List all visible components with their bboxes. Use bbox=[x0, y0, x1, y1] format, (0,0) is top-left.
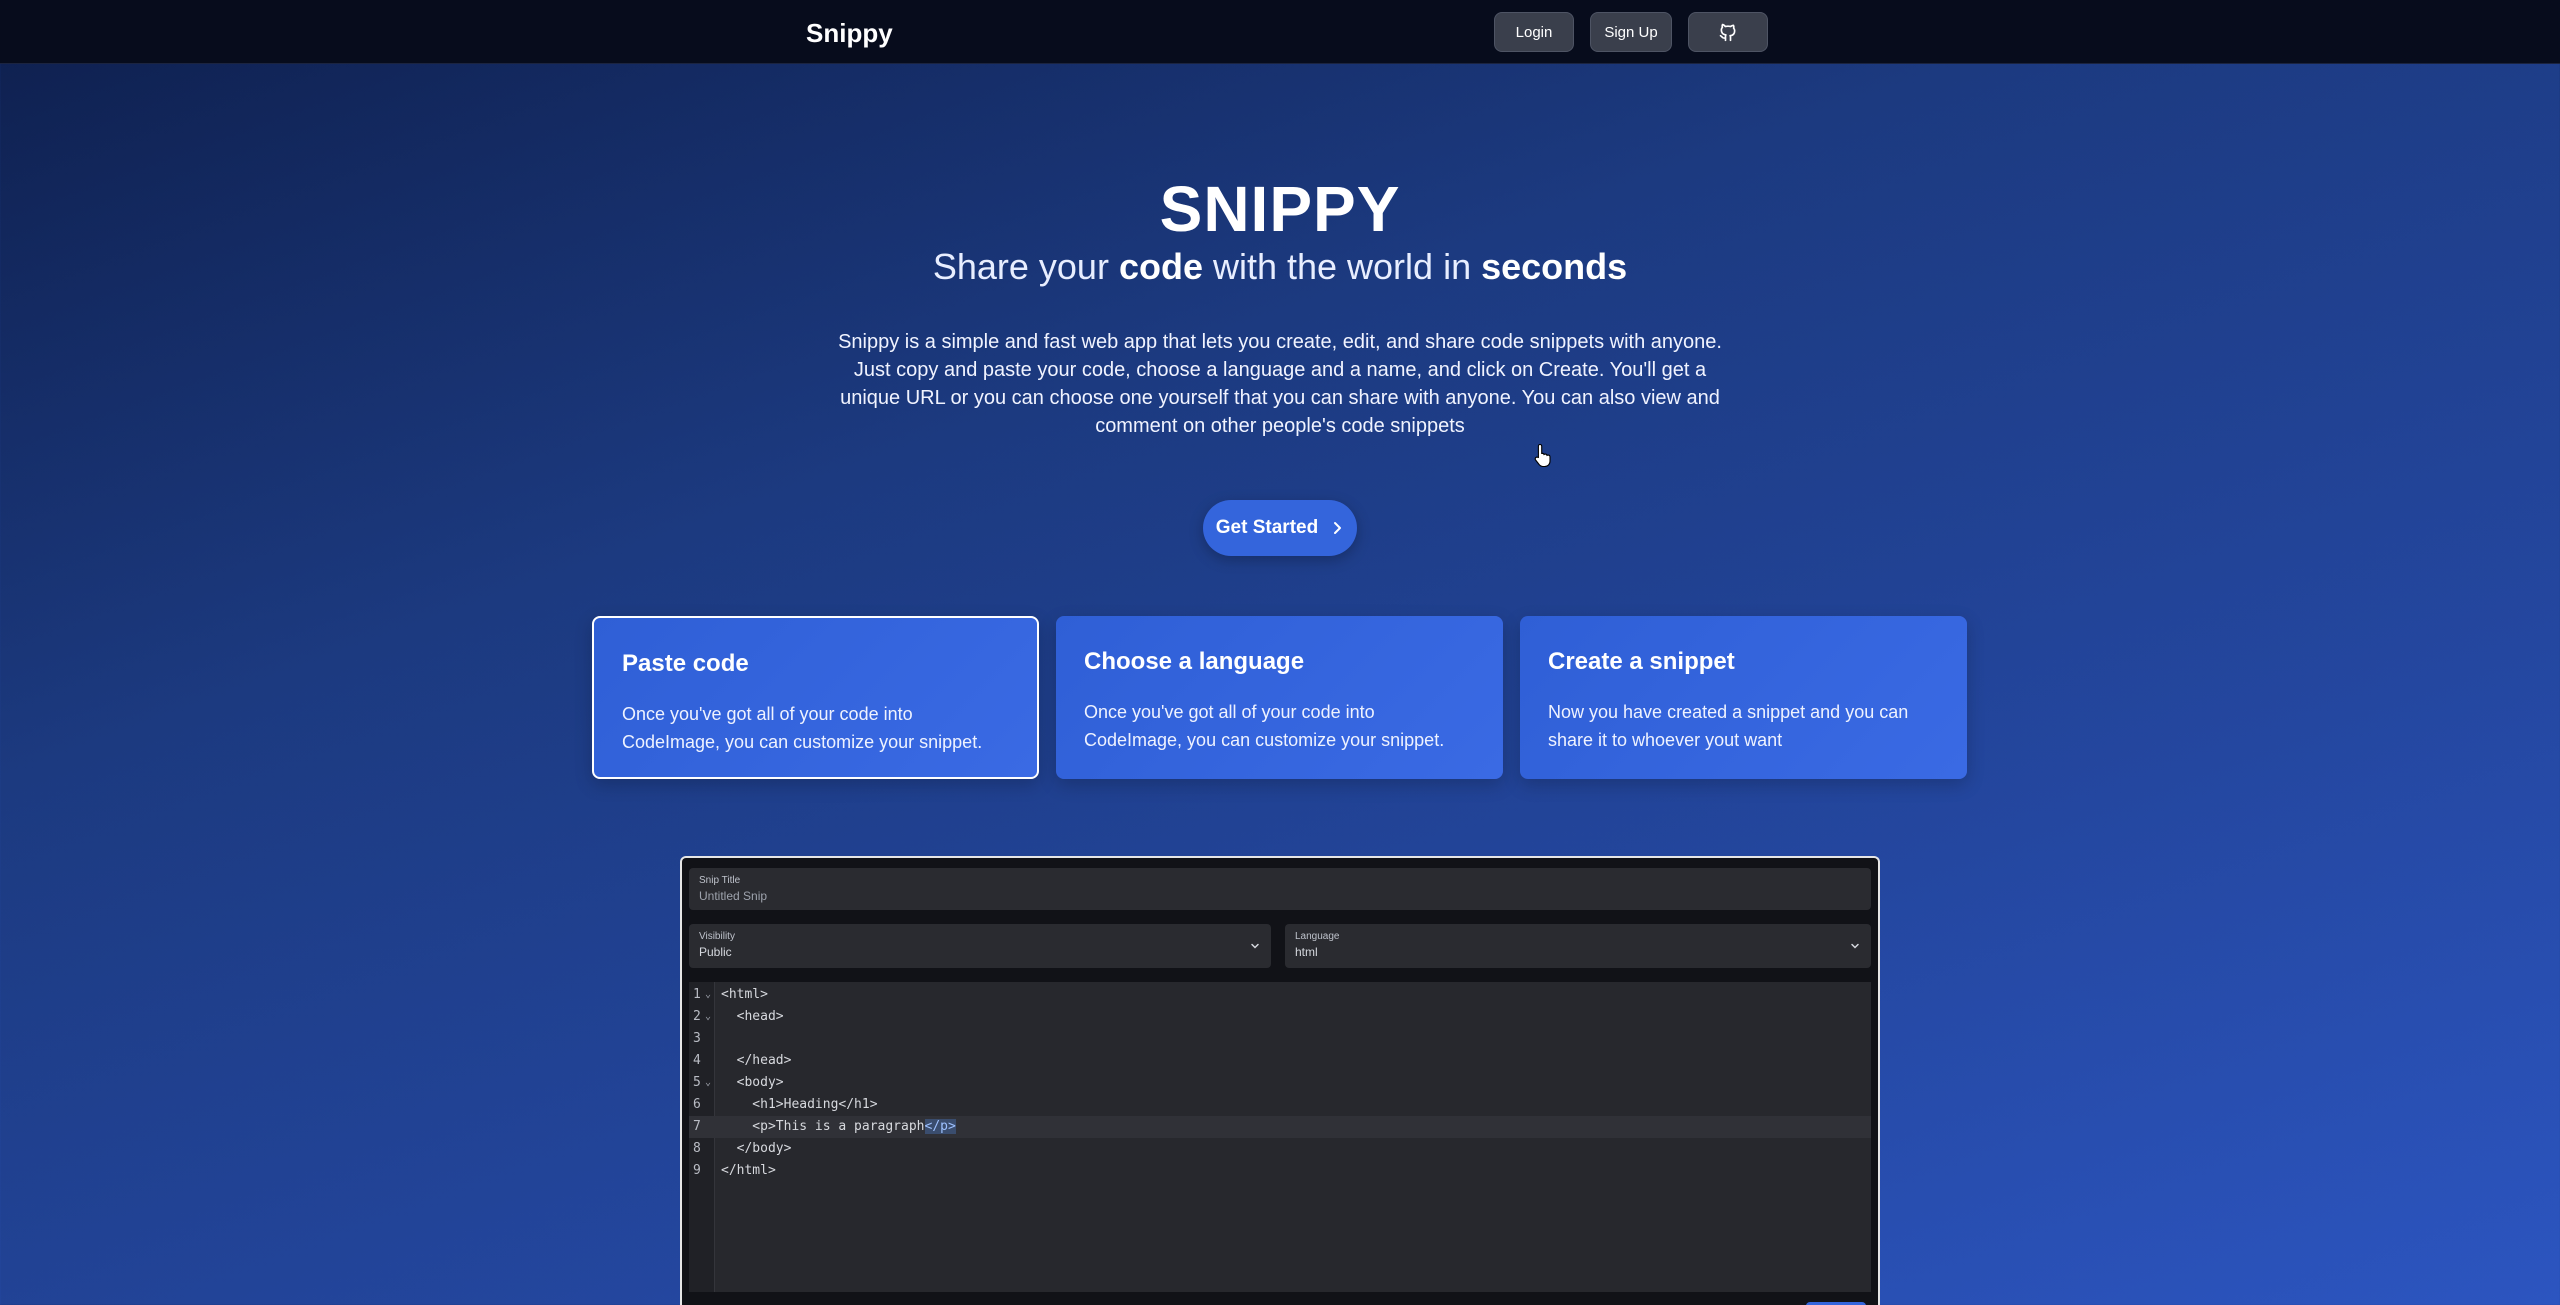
card-title: Choose a language bbox=[1084, 648, 1305, 675]
code-line: 8 </body> bbox=[689, 1138, 1871, 1160]
language-select[interactable]: Language html bbox=[1285, 924, 1871, 968]
code-line: 4 </head> bbox=[689, 1050, 1871, 1072]
github-button[interactable] bbox=[1688, 12, 1768, 52]
code-text: <head> bbox=[721, 1009, 784, 1024]
card-paste-code[interactable]: Paste code Once you've got all of your c… bbox=[592, 616, 1039, 779]
navbar: Snippy Login Sign Up bbox=[0, 0, 2560, 64]
hero-subtitle-seconds: seconds bbox=[1481, 246, 1628, 287]
hero-description: Snippy is a simple and fast web app that… bbox=[838, 331, 1722, 437]
line-number: 8 bbox=[693, 1141, 701, 1156]
brand-logo[interactable]: Snippy bbox=[806, 18, 893, 49]
snippet-editor: Snip Title Untitled Snip Visibility Publ… bbox=[680, 856, 1880, 1305]
line-number: 9 bbox=[693, 1163, 701, 1178]
visibility-label: Visibility bbox=[699, 931, 735, 942]
card-create-snippet[interactable]: Create a snippet Now you have created a … bbox=[1520, 616, 1967, 779]
fold-chevron-icon[interactable]: ⌄ bbox=[705, 984, 711, 1006]
visibility-value: Public bbox=[699, 945, 732, 959]
card-title: Create a snippet bbox=[1548, 648, 1735, 675]
code-text: <p>This is a paragraph</p> bbox=[721, 1116, 956, 1138]
matched-tag-highlight: </p> bbox=[924, 1119, 956, 1134]
github-icon bbox=[1719, 23, 1736, 42]
code-line: 6 <h1>Heading</h1> bbox=[689, 1094, 1871, 1116]
line-number: 4 bbox=[693, 1053, 701, 1068]
card-text: Once you've got all of your code into Co… bbox=[1084, 702, 1445, 750]
hero-subtitle-part: with the world in bbox=[1202, 246, 1482, 287]
code-line: 9 </html> bbox=[689, 1160, 1871, 1182]
hero-subtitle-code: code bbox=[1118, 246, 1203, 287]
card-text: Once you've got all of your code into Co… bbox=[622, 704, 983, 752]
fold-chevron-icon[interactable]: ⌄ bbox=[705, 1072, 711, 1094]
code-line-active: 7 <p>This is a paragraph</p> bbox=[689, 1116, 1871, 1138]
code-line: 2 ⌄ <head> bbox=[689, 1006, 1871, 1028]
snip-title-field[interactable]: Snip Title Untitled Snip bbox=[689, 868, 1871, 910]
hero-subtitle: Share your code with the world in second… bbox=[0, 246, 2560, 288]
snip-title-input[interactable]: Untitled Snip bbox=[699, 889, 767, 903]
code-text: </body> bbox=[721, 1141, 792, 1156]
code-line: 3 bbox=[689, 1028, 1871, 1050]
line-number: 6 bbox=[693, 1097, 701, 1112]
code-text: </head> bbox=[721, 1053, 792, 1068]
card-title: Paste code bbox=[622, 650, 749, 677]
visibility-select[interactable]: Visibility Public bbox=[689, 924, 1271, 968]
code-text: </html> bbox=[721, 1163, 776, 1178]
code-text: <h1>Heading</h1> bbox=[721, 1097, 878, 1112]
login-button[interactable]: Login bbox=[1494, 12, 1574, 52]
code-text-part: <p>This is a paragraph bbox=[721, 1119, 925, 1134]
card-text: Now you have created a snippet and you c… bbox=[1548, 702, 1909, 750]
signup-button[interactable]: Sign Up bbox=[1590, 12, 1672, 52]
get-started-label: Get Started bbox=[1215, 517, 1319, 538]
code-line: 1 ⌄ <html> bbox=[689, 984, 1871, 1006]
chevron-down-icon bbox=[1851, 943, 1859, 949]
get-started-button[interactable]: Get Started bbox=[1203, 500, 1357, 556]
code-line: 5 ⌄ <body> bbox=[689, 1072, 1871, 1094]
code-editor[interactable]: 1 ⌄ <html> 2 ⌄ <head> 3 4 </head> 5 ⌄ <b… bbox=[689, 982, 1871, 1292]
hero-subtitle-part: Share your bbox=[932, 246, 1119, 287]
hero-title: SNIPPY bbox=[1159, 173, 1401, 245]
language-value: html bbox=[1295, 945, 1318, 959]
fold-chevron-icon[interactable]: ⌄ bbox=[705, 1006, 711, 1028]
line-number: 7 bbox=[693, 1119, 701, 1134]
language-label: Language bbox=[1295, 931, 1340, 942]
hand-pointer-cursor-icon bbox=[1534, 443, 1551, 467]
card-choose-language[interactable]: Choose a language Once you've got all of… bbox=[1056, 616, 1503, 779]
snip-title-label: Snip Title bbox=[699, 875, 741, 886]
chevron-down-icon bbox=[1251, 943, 1259, 949]
chevron-right-icon bbox=[1334, 522, 1342, 534]
code-text: <body> bbox=[721, 1075, 784, 1090]
code-text: <html> bbox=[721, 987, 768, 1002]
line-number: 3 bbox=[693, 1031, 701, 1046]
